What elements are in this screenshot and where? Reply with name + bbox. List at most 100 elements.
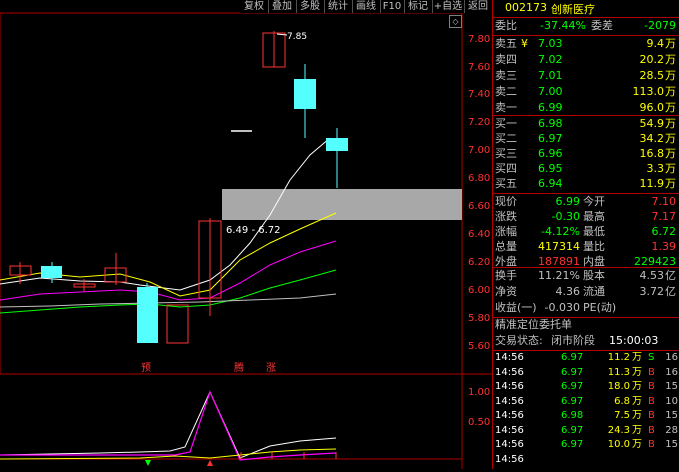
stat-unit: 亿	[665, 285, 676, 298]
stat-label: 量比	[583, 240, 605, 253]
axis-label: 7.00	[468, 145, 490, 156]
stat-label: 涨跌	[495, 210, 517, 223]
range-label: 6.49 - 6.72	[226, 225, 281, 236]
tick-price: 6.97	[561, 395, 584, 407]
kline-chart-area[interactable]: 6.49 - 6.72 7.85 7.80 7.60 7.40 7.20 7.0…	[0, 0, 492, 469]
order-unit: 万	[665, 117, 676, 130]
toolbar-button-overlay[interactable]: 叠加	[268, 0, 297, 13]
down-arrow-icon	[145, 460, 151, 466]
axis-label: 7.60	[468, 62, 490, 73]
tick-volume: 6.8	[614, 395, 630, 407]
sell-order-row[interactable]: 卖四 7.02 20.2 万	[493, 52, 679, 68]
tick-unit: 万	[632, 381, 642, 392]
stat-label: PE(动)	[583, 301, 617, 314]
order-unit: 万	[665, 37, 676, 50]
tick-count: 16	[665, 352, 678, 363]
stat-value: 417314	[538, 240, 580, 253]
tick-row: 14:56 6.98 7.5 万 B 15	[493, 409, 679, 422]
stat-row: 涨跌 -0.30 最高 7.17	[493, 209, 679, 225]
order-section-title[interactable]: 精准定位委托单	[493, 317, 679, 333]
tick-unit: 万	[632, 352, 642, 363]
stat-value: 4.36	[555, 285, 581, 298]
toolbar-button-draw-line[interactable]: 画线	[352, 0, 381, 13]
toolbar-button-multi-stock[interactable]: 多股	[296, 0, 325, 13]
quote-panel: 002173 创新医疗 委比 -37.44% 委差 -2079 卖五 ¥7.03 9…	[492, 0, 679, 469]
tick-time: 14:56	[495, 439, 524, 450]
sell-order-row[interactable]: 卖一 6.99 96.0 万	[493, 100, 679, 116]
tick-side: B	[648, 410, 655, 421]
order-level-label: 买一	[495, 117, 517, 130]
stat-label: 总量	[495, 240, 517, 253]
settings-icon[interactable]: ◇	[449, 15, 462, 28]
order-level-label: 卖五	[495, 37, 517, 50]
stat-value: -0.030	[544, 301, 580, 314]
tick-count: 15	[665, 410, 678, 421]
tick-side: B	[648, 439, 655, 450]
toolbar-button-add-watchlist[interactable]: +自选	[432, 0, 465, 13]
order-volume: 3.3	[646, 162, 665, 175]
stat-label: 收益(一)	[495, 301, 537, 314]
kline-chart[interactable]: 6.49 - 6.72 7.85 7.80 7.60 7.40 7.20 7.0…	[0, 0, 492, 469]
trade-status-value: 闭市阶段	[551, 334, 595, 347]
buy-order-row[interactable]: 买二 6.97 34.2 万	[493, 131, 679, 147]
up-arrow-icon	[207, 460, 213, 466]
weibi-value: -37.44%	[540, 19, 586, 32]
share-stat-row: 换手 11.21% 股本 4.53 亿	[493, 268, 679, 284]
order-volume: 16.8	[639, 147, 665, 160]
toolbar-button-mark[interactable]: 标记	[404, 0, 433, 13]
tick-row: 14:56 6.97 10.0 万 B 15	[493, 438, 679, 451]
tick-volume: 11.3	[607, 366, 630, 378]
tick-count: 10	[665, 395, 678, 407]
toolbar-button-f10[interactable]: F10	[380, 0, 405, 13]
tick-unit: 万	[632, 395, 642, 407]
stat-label: 涨幅	[495, 225, 517, 238]
order-volume: 20.2	[639, 53, 665, 66]
order-volume: 96.0	[639, 101, 665, 114]
tick-volume: 24.3	[607, 424, 630, 436]
tick-price: 6.97	[561, 381, 584, 392]
axis-label: 7.20	[468, 117, 490, 128]
buy-order-row[interactable]: 买四 6.95 3.3 万	[493, 161, 679, 177]
toolbar-button-statistics[interactable]: 统计	[324, 0, 353, 13]
order-price: 7.03	[538, 37, 563, 50]
tick-unit: 万	[632, 439, 642, 450]
marker-zhang: 涨	[266, 362, 276, 374]
sell-order-row[interactable]: 卖五 ¥7.03 9.4 万	[493, 36, 679, 52]
stat-label: 净资	[495, 285, 517, 298]
order-unit: 万	[665, 69, 676, 82]
tick-time: 14:56	[495, 410, 524, 421]
tick-row: 14:56 6.97 18.0 万 B 15	[493, 380, 679, 393]
order-price: 6.98	[538, 117, 563, 130]
order-volume: 28.5	[639, 69, 665, 82]
stat-row: 现价 6.99 今开 7.10	[493, 194, 679, 210]
order-section-title-text: 精准定位委托单	[495, 318, 572, 331]
tick-time: 14:56	[495, 381, 524, 392]
axis-label: 7.40	[468, 89, 490, 100]
axis-label: 5.80	[468, 313, 490, 324]
sell-order-row[interactable]: 卖三 7.01 28.5 万	[493, 68, 679, 84]
tick-price: 6.97	[561, 439, 584, 450]
buy-order-row[interactable]: 买三 6.96 16.8 万	[493, 146, 679, 162]
axis-label: 6.40	[468, 229, 490, 240]
toolbar-button-fuquan[interactable]: 复权	[240, 0, 269, 13]
tick-price: 6.97	[561, 424, 584, 436]
weibi-label: 委比	[495, 19, 517, 32]
price-axis: 7.80 7.60 7.40 7.20 7.00 6.80 6.60 6.40 …	[468, 34, 490, 352]
tick-time: 14:56	[495, 366, 524, 378]
buy-order-row[interactable]: 买一 6.98 54.9 万	[493, 116, 679, 132]
stock-code: 002173	[505, 1, 547, 14]
toolbar-button-back[interactable]: 返回	[464, 0, 492, 13]
indicator-axis-label: 1.00	[468, 387, 490, 398]
order-level-label: 买三	[495, 147, 517, 160]
stat-label: 股本	[583, 269, 605, 282]
stat-value: 11.21%	[538, 269, 580, 282]
indicator-line-white	[0, 390, 337, 459]
marker-teng: 腾	[234, 361, 244, 374]
buy-order-row[interactable]: 买五 6.94 11.9 万	[493, 176, 679, 192]
tick-side: B	[648, 395, 655, 407]
tick-price: 6.98	[561, 410, 584, 421]
tick-price: 6.97	[561, 352, 584, 363]
order-price: 6.96	[538, 147, 563, 160]
order-level-label: 卖三	[495, 69, 517, 82]
sell-order-row[interactable]: 卖二 7.00 113.0 万	[493, 84, 679, 100]
